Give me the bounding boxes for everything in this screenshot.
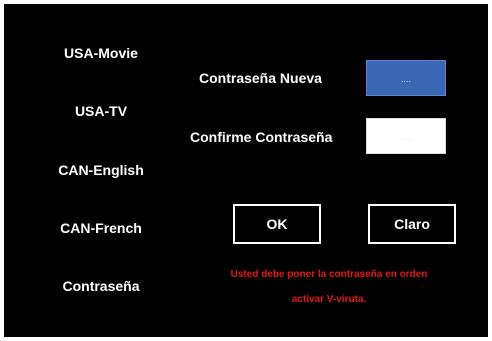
menu-item-password[interactable]: Contraseña <box>46 278 156 294</box>
clear-button[interactable]: Claro <box>368 204 456 244</box>
menu-item-usa-movie[interactable]: USA-Movie <box>46 45 156 61</box>
ok-button[interactable]: OK <box>233 204 321 244</box>
menu-item-usa-tv[interactable]: USA-TV <box>46 103 156 119</box>
menu-item-can-english[interactable]: CAN-English <box>46 162 156 178</box>
menu-item-can-french[interactable]: CAN-French <box>46 220 156 236</box>
parental-lock-screen: USA-Movie USA-TV CAN-English CAN-French … <box>4 4 488 337</box>
new-password-label: Contraseña Nueva <box>199 70 322 86</box>
confirm-password-field[interactable]: .... <box>366 118 446 154</box>
new-password-field[interactable]: .... <box>366 60 446 96</box>
confirm-password-label: Confirme Contraseña <box>190 129 333 145</box>
warning-message-line-1: Usted debe poner la contraseña en orden <box>230 269 428 280</box>
warning-message-line-2: activar V-viruta. <box>291 294 367 305</box>
